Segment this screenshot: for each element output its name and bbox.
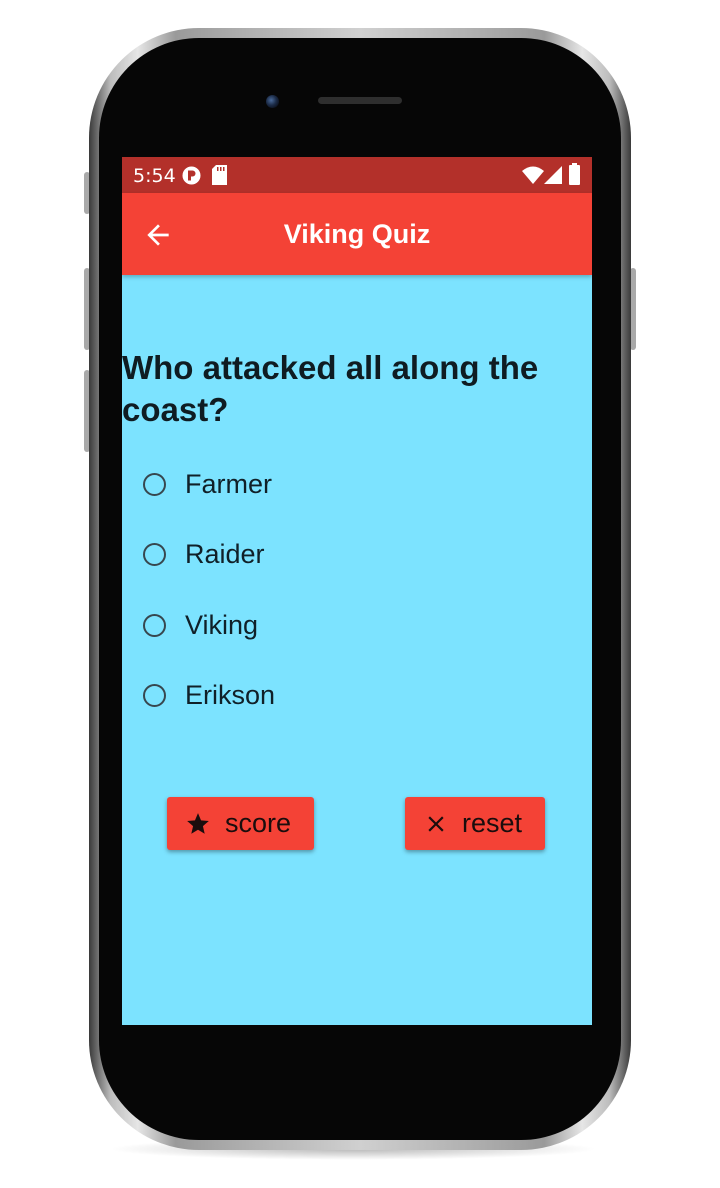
app-title: Viking Quiz [283, 219, 431, 249]
battery-icon [569, 163, 580, 185]
option-label: Viking [185, 610, 259, 640]
radio-button[interactable] [143, 614, 166, 637]
app-notification-icon [182, 166, 201, 185]
app-screen: 5:54 Viking Quiz Who attacked all along … [122, 157, 592, 1025]
radio-button[interactable] [143, 473, 166, 496]
score-button[interactable]: score [167, 797, 314, 850]
front-camera [266, 95, 279, 108]
option-label: Erikson [185, 680, 276, 710]
reset-label: reset [462, 808, 523, 838]
reset-button[interactable]: reset [405, 797, 545, 850]
radio-button[interactable] [143, 543, 166, 566]
sd-card-icon [212, 165, 227, 185]
status-bar: 5:54 [122, 157, 592, 193]
cell-signal-icon [544, 166, 562, 184]
wifi-icon [522, 166, 544, 184]
close-icon [428, 816, 444, 832]
option-erikson[interactable]: Erikson [140, 673, 440, 717]
radio-button[interactable] [143, 684, 166, 707]
option-viking[interactable]: Viking [140, 603, 440, 647]
option-label: Raider [185, 539, 265, 569]
question-text: Who attacked all along the coast? [122, 349, 539, 428]
option-label: Farmer [185, 469, 272, 499]
option-raider[interactable]: Raider [140, 532, 440, 576]
app-bar: Viking Quiz [122, 193, 592, 275]
score-label: score [225, 808, 292, 838]
star-icon [187, 813, 209, 834]
option-farmer[interactable]: Farmer [140, 462, 440, 506]
earpiece-speaker [318, 97, 402, 104]
status-time: 5:54 [133, 165, 176, 187]
